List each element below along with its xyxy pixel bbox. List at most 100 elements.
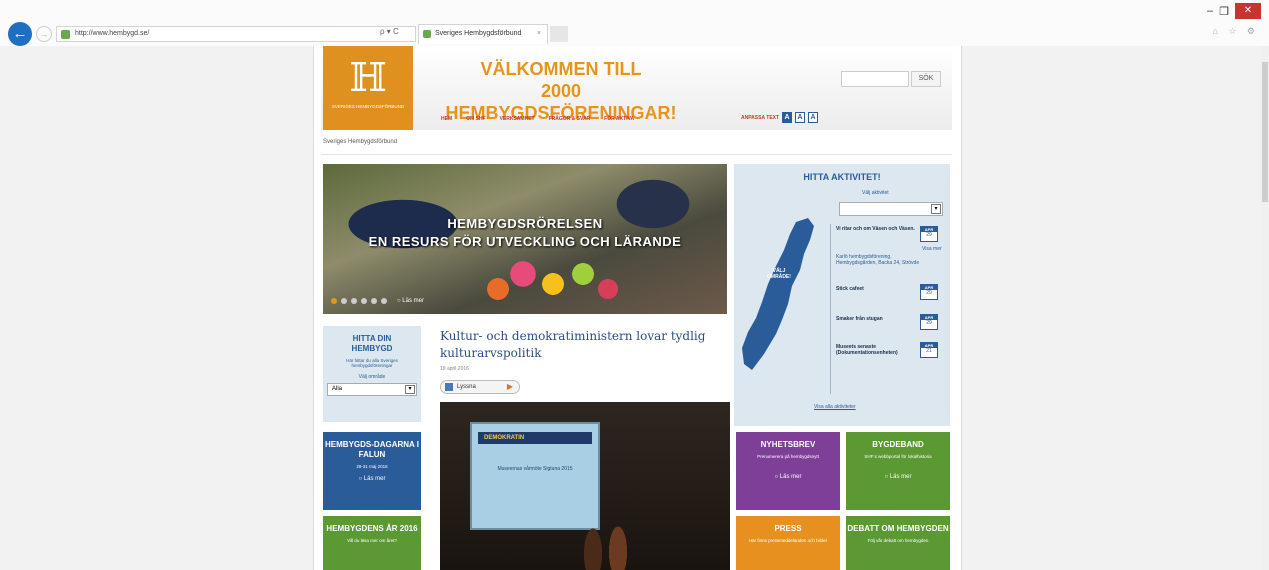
url-text: http://www.hembygd.se/ xyxy=(75,30,150,37)
slide-dot[interactable] xyxy=(331,298,337,304)
find-hembygd-panel: HITTA DIN HEMBYGD Här hittar du alla Sve… xyxy=(323,326,421,422)
tile-date: 29-31 maj 2016 xyxy=(356,464,388,469)
text-size-medium-button[interactable]: A xyxy=(795,112,806,123)
nav-for-aktiva[interactable]: FÖR AKTIVA xyxy=(604,116,634,122)
event-day: 29 xyxy=(926,290,932,296)
restore-icon[interactable]: ❐ xyxy=(1219,5,1229,18)
logo-emblem-icon: ℍ xyxy=(349,55,387,101)
event-date: APR 29 xyxy=(920,226,938,242)
slide-text: Museernas vårmöte Sigtuna 2015 xyxy=(497,466,573,472)
site-header: ℍ SVERIGES HEMBYGDSFÖRBUND VÄLKOMMEN TIL… xyxy=(321,46,952,130)
article-date: 19 april 2016 xyxy=(440,366,469,372)
minimize-icon[interactable]: – xyxy=(1207,5,1213,17)
slide-dot[interactable] xyxy=(371,298,377,304)
site-logo[interactable]: ℍ SVERIGES HEMBYGDSFÖRBUND xyxy=(323,46,413,130)
event-title[interactable]: Stick cafeet xyxy=(836,286,916,292)
tab-close-icon[interactable]: × xyxy=(537,25,541,43)
hero-read-more-link[interactable]: ○ Läs mer xyxy=(397,298,424,304)
welcome-heading: VÄLKOMMEN TILL 2000 HEMBYGDSFÖRENINGAR! xyxy=(441,58,681,124)
event-place: Karlö hembygdsförening, Hembygdsgården, … xyxy=(836,254,920,266)
event-title[interactable]: Museets senaste (Dokumentationsenheten) xyxy=(836,344,918,356)
search-input[interactable] xyxy=(841,71,909,87)
scrollbar[interactable] xyxy=(1261,46,1269,570)
chevron-down-icon: ▾ xyxy=(405,385,415,394)
tile-title: HEMBYGDENS ÅR 2016 xyxy=(326,524,418,533)
event-day: 21 xyxy=(926,348,932,354)
divider xyxy=(830,224,831,394)
all-activities-link[interactable]: Visa alla aktiviteter xyxy=(814,404,856,410)
search-button[interactable]: SÖK xyxy=(911,71,941,87)
hero-caption-2: EN RESURS FÖR UTVECKLING OCH LÄRANDE xyxy=(368,234,682,249)
browser-chrome: ← → http://www.hembygd.se/ ρ ▾ C Sverige… xyxy=(0,0,1269,46)
close-window-icon[interactable]: ✕ xyxy=(1235,3,1261,19)
tile-desc: Vill du läsa mer om året? xyxy=(347,538,397,543)
new-tab-button[interactable] xyxy=(550,26,568,42)
article-photo[interactable]: DEMOKRATIN Museernas vårmöte Sigtuna 201… xyxy=(440,402,730,570)
activity-select[interactable]: ▾ xyxy=(839,202,943,216)
event-day: 29 xyxy=(926,320,932,326)
address-bar[interactable]: http://www.hembygd.se/ xyxy=(56,26,416,42)
hero-caption-1: HEMBYGDSRÖRELSEN xyxy=(447,216,603,231)
web-page: ℍ SVERIGES HEMBYGDSFÖRBUND VÄLKOMMEN TIL… xyxy=(313,46,962,570)
tile-title: DEBATT OM HEMBYGDEN xyxy=(847,524,949,533)
breadcrumb[interactable]: Sveriges Hembygdsförbund xyxy=(323,139,397,145)
find-activity-panel: HITTA AKTIVITET! Välj aktivitet ▾ VÄLJ O… xyxy=(734,164,950,426)
listen-label: Lyssna xyxy=(457,384,476,390)
find-hembygd-desc: Här hittar du alla Sveriges hembygdsföre… xyxy=(346,358,398,368)
event-date: APR 21 xyxy=(920,342,938,358)
activity-select-label: Välj aktivitet xyxy=(862,190,889,196)
find-hembygd-title-2: HEMBYGD xyxy=(351,344,393,353)
article-title[interactable]: Kultur- och demokratiministern lovar tyd… xyxy=(440,328,730,362)
tile-title: NYHETSBREV xyxy=(760,440,816,449)
event-title[interactable]: Smaker från stugan xyxy=(836,316,916,322)
play-icon[interactable]: ▶ xyxy=(507,381,513,393)
tab-title: Sveriges Hembygdsförbund xyxy=(435,30,522,37)
tab-favicon-icon xyxy=(423,30,431,38)
hembygdens-ar-tile[interactable]: HEMBYGDENS ÅR 2016 Vill du läsa mer om å… xyxy=(323,516,421,570)
area-select[interactable]: Alla ▾ xyxy=(327,383,417,396)
main-nav: HEM OM SHF VERKSAMHET FRÅGOR & SVAR FÖR … xyxy=(441,116,634,122)
nav-hem[interactable]: HEM xyxy=(441,116,452,122)
nyhetsbrev-tile[interactable]: NYHETSBREV Prenumerera på hembygdsnytt ○… xyxy=(736,432,840,510)
nav-om-shf[interactable]: OM SHF xyxy=(466,116,485,122)
tile-title: HEMBYGDS-DAGARNA I FALUN xyxy=(325,440,419,459)
listen-button[interactable]: Lyssna ▶ xyxy=(440,380,520,394)
browser-side-icons[interactable]: ⌂ ☆ ⚙ xyxy=(1212,26,1259,37)
hembygdsdagarna-tile[interactable]: HEMBYGDS-DAGARNA I FALUN 29-31 maj 2016 … xyxy=(323,432,421,510)
text-size-small-button[interactable]: A xyxy=(782,112,793,123)
slide-dot[interactable] xyxy=(351,298,357,304)
bygdeband-tile[interactable]: BYGDEBAND SHF:s webbportal för lokalhist… xyxy=(846,432,950,510)
welcome-line-1: VÄLKOMMEN TILL xyxy=(480,59,642,79)
address-tools[interactable]: ρ ▾ C xyxy=(380,27,399,36)
tile-read-more[interactable]: ○ Läs mer xyxy=(736,474,840,480)
press-tile[interactable]: PRESS Här finns pressmeddelanden och bil… xyxy=(736,516,840,570)
nav-verksamhet[interactable]: VERKSAMHET xyxy=(500,116,535,122)
text-size-label: ANPASSA TEXT xyxy=(741,114,780,121)
back-arrow-icon[interactable]: ← xyxy=(8,22,32,46)
browser-tab[interactable]: Sveriges Hembygdsförbund × xyxy=(418,24,548,44)
forward-arrow-icon[interactable]: → xyxy=(36,26,52,42)
tile-read-more[interactable]: ○ Läs mer xyxy=(323,476,421,482)
hero-slideshow[interactable]: HEMBYGDSRÖRELSEN EN RESURS FÖR UTVECKLIN… xyxy=(323,164,727,314)
scrollbar-thumb[interactable] xyxy=(1262,62,1268,202)
divider xyxy=(321,154,952,155)
site-favicon-icon xyxy=(61,30,70,39)
sweden-map[interactable] xyxy=(734,214,830,374)
nav-fragor-svar[interactable]: FRÅGOR & SVAR xyxy=(549,116,591,122)
event-note[interactable]: Visa mer xyxy=(922,246,942,252)
logo-text: SVERIGES HEMBYGDSFÖRBUND xyxy=(331,104,405,109)
slide-dot[interactable] xyxy=(361,298,367,304)
event-date: APR 29 xyxy=(920,284,938,300)
tile-read-more[interactable]: ○ Läs mer xyxy=(846,474,950,480)
tile-desc: Följ vår debatt om hembygden xyxy=(867,538,929,543)
event-day: 29 xyxy=(926,232,932,238)
debatt-tile[interactable]: DEBATT OM HEMBYGDEN Följ vår debatt om h… xyxy=(846,516,950,570)
find-activity-title: HITTA AKTIVITET! xyxy=(803,172,881,182)
find-hembygd-title-1: HITTA DIN xyxy=(352,334,392,343)
speaker-icon xyxy=(445,383,453,391)
slide-dot[interactable] xyxy=(341,298,347,304)
slide-dot[interactable] xyxy=(381,298,387,304)
text-size-large-button[interactable]: A xyxy=(808,112,819,123)
event-title[interactable]: Vi ritar och om Väsen och Väsen. xyxy=(836,226,916,232)
map-label: VÄLJ OMRÅDE! xyxy=(767,268,791,280)
